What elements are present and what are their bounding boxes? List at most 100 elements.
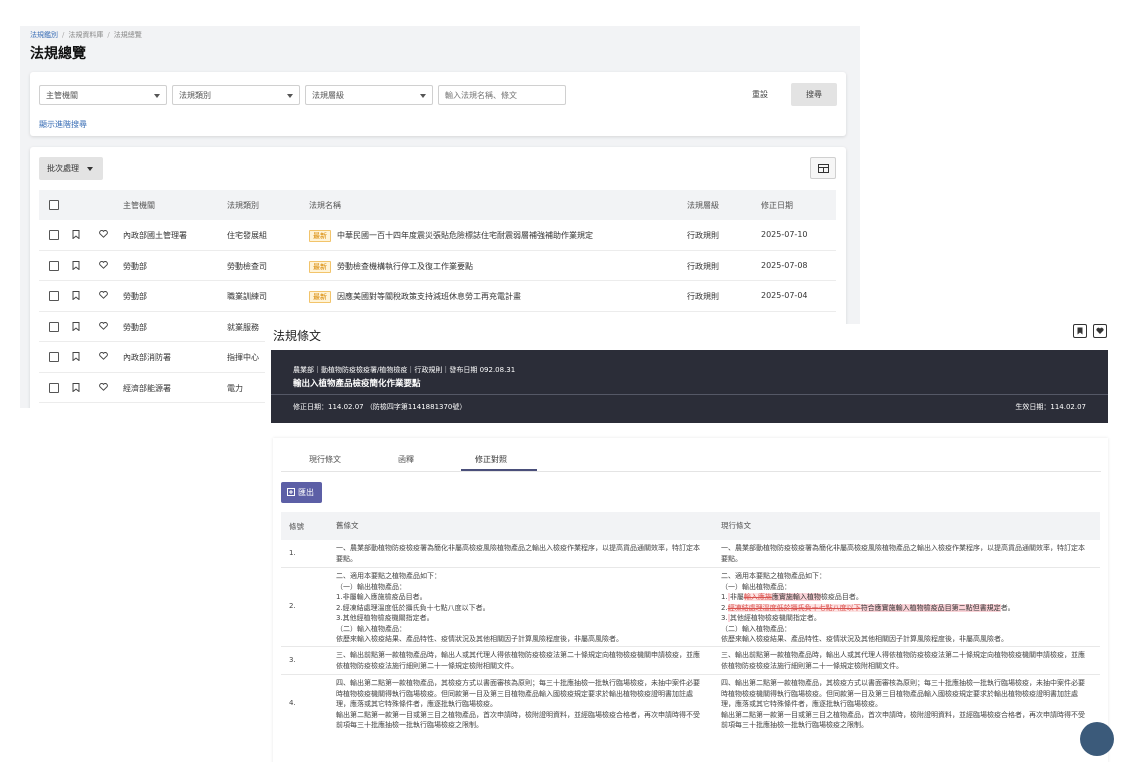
bookmark-icon[interactable] [72,321,80,333]
select-all-checkbox[interactable] [49,200,59,210]
column-header: 現行條文 [721,521,751,530]
level-cell: 行政規則 [687,292,719,301]
heart-icon[interactable] [99,229,108,240]
law-detail-window: 法規條文 農業部｜動植物防疫檢疫署/植物檢疫｜行政規則｜發布日期 092.08.… [265,324,1124,762]
row-checkbox[interactable] [49,260,59,271]
new-article-text: 三、輸出前點第一款植物產品時，輸出人或其代理人得依植物防疫檢疫法第二十條規定向植… [721,651,1085,670]
heart-icon [1096,327,1104,334]
column-header: 條號 [289,522,304,531]
category-cell: 住宅發展組 [227,231,267,240]
agency-cell: 經濟部能源署 [123,383,171,393]
favorite-button[interactable] [1093,324,1107,338]
agency-cell: 內政部消防署 [123,353,171,362]
comparison-header: 條號 舊條文 現行條文 [281,512,1100,540]
tab-current-articles[interactable]: 現行條文 [309,454,341,465]
heart-icon[interactable] [99,351,108,362]
agency-select[interactable]: 主管機關 [39,85,167,105]
column-toggle-button[interactable] [810,157,836,179]
old-article-text: 一、農業部動植物防疫檢疫署為簡化非屬高檢疫風險植物產品之輸出入檢疫作業程序，以提… [336,544,700,563]
category-cell: 職業訓練司 [227,292,267,301]
bookmark-icon[interactable] [72,260,80,272]
new-article-text: 一、農業部動植物防疫檢疫署為簡化非屬高檢疫風險植物產品之輸出入檢疫作業程序，以提… [721,544,1085,563]
filter-card: 主管機關 法規類別 法規層級 重設 搜尋 顯示進階搜尋 [30,72,846,136]
row-checkbox[interactable] [49,230,59,240]
agency-cell: 勞動部 [123,261,147,271]
tab-interpretations[interactable]: 函釋 [398,454,414,465]
category-select[interactable]: 法規類別 [172,85,300,105]
breadcrumb-item[interactable]: 法規鑑別 [30,31,58,39]
export-button[interactable]: 匯出 [281,482,322,503]
tab-bar: 現行條文 函釋 修正對照 [281,438,1101,472]
name-cell: 最新 勞動檢查機構執行停工及復工作業要點 [309,260,473,273]
law-name-link[interactable]: 勞動檢查機構執行停工及復工作業要點 [337,262,473,271]
comparison-row: 2. 二、適用本要點之植物產品如下： （一）輸出植物產品： 1.非屬輸入應施檢疫… [281,568,1100,647]
chevron-down-icon [87,167,93,171]
advanced-search-link[interactable]: 顯示進階搜尋 [39,119,87,130]
search-input[interactable] [438,85,566,105]
agency-cell: 內政部國土管理署 [123,231,187,240]
batch-action-button[interactable]: 批次處理 [39,157,103,180]
article-number: 1. [289,549,296,557]
comparison-row: 1. 一、農業部動植物防疫檢疫署為簡化非屬高檢疫風險植物產品之輸出入檢疫作業程序… [281,540,1100,568]
heart-icon[interactable] [99,321,108,332]
divider [271,394,1108,395]
bookmark-icon [1077,327,1083,335]
active-tab-indicator [461,469,537,471]
category-cell: 就業服務 [227,322,259,332]
bookmark-icon[interactable] [72,352,80,363]
search-button[interactable]: 搜尋 [791,83,837,106]
row-checkbox[interactable] [49,291,59,301]
page-title: 法規總覽 [30,46,86,62]
column-header[interactable]: 法規類別 [227,200,259,211]
level-cell: 行政規則 [687,261,719,271]
law-name-link[interactable]: 因應美國對等關稅政策支持減班休息勞工再充電計畫 [337,292,521,301]
bookmark-icon[interactable] [72,291,80,302]
column-header[interactable]: 法規名稱 [309,200,341,211]
name-cell: 最新 中華民國一百十四年度震災張貼危險標誌住宅耐震弱層補強補助作業規定 [309,230,593,242]
breadcrumb-item: 法規總覽 [113,31,142,39]
table-row[interactable]: 勞動部 勞動檢查司 最新 勞動檢查機構執行停工及復工作業要點 行政規則 2025-07-0… [39,251,836,281]
law-name-link[interactable]: 中華民國一百十四年度震災張貼危險標誌住宅耐震弱層補強補助作業規定 [337,231,593,240]
column-header[interactable]: 主管機關 [123,200,155,211]
new-badge: 最新 [309,260,331,273]
reset-button[interactable]: 重設 [746,85,774,104]
bookmark-icon[interactable] [72,382,80,394]
bookmark-icon[interactable] [72,230,80,241]
comparison-row: 4. 四、輸出第二點第一款植物產品，其檢疫方式以書面審核為原則；每三十批應抽檢一… [281,675,1100,735]
bookmark-button[interactable] [1073,324,1087,338]
level-select[interactable]: 法規層級 [305,85,433,105]
chevron-down-icon [287,94,293,98]
old-article-text: 四、輸出第二點第一款植物產品，其檢疫方式以書面審核為原則；每三十批應抽檢一批執行… [336,679,700,729]
law-info-banner: 農業部｜動植物防疫檢疫署/植物檢疫｜行政規則｜發布日期 092.08.31 輸出… [271,350,1108,423]
row-checkbox[interactable] [49,321,59,332]
article-number: 3. [289,656,296,664]
column-header[interactable]: 修正日期 [761,200,793,211]
agency-cell: 勞動部 [123,322,147,332]
effective-date: 生效日期：114.02.07 [1015,403,1086,411]
inserted-text: 應實施輸入植物 [771,593,821,601]
column-header: 舊條文 [336,521,359,530]
breadcrumb-item[interactable]: 法規資料庫 [68,31,103,39]
law-name: 輸出入植物產品檢疫簡化作業要點 [293,379,421,389]
detail-title: 法規條文 [273,329,322,343]
table-header: 主管機關 法規類別 法規名稱 法規層級 修正日期 [39,190,836,220]
new-article-text: 四、輸出第二點第一款植物產品，其檢疫方式以書面審核為原則；每三十批應抽檢一批執行… [721,679,1085,729]
new-badge: 最新 [309,230,331,242]
floating-action-button[interactable] [1080,722,1114,756]
old-article-text: 二、適用本要點之植物產品如下： （一）輸出植物產品： 1.非屬輸入應施檢疫品目者… [336,572,623,643]
heart-icon[interactable] [99,382,108,393]
new-article-text: 二、適用本要點之植物產品如下： （一）輸出植物產品： 1. 非屬輸入應施應實施輸… [721,572,1015,643]
tab-amendment-comparison[interactable]: 修正對照 [475,454,507,465]
heart-icon[interactable] [99,290,108,301]
row-checkbox[interactable] [49,352,59,362]
level-cell: 行政規則 [687,231,719,240]
table-row[interactable]: 內政部國土管理署 住宅發展組 最新 中華民國一百十四年度震災張貼危險標誌住宅耐震弱層補… [39,220,836,251]
comparison-table: 條號 舊條文 現行條文 1. 一、農業部動植物防疫檢疫署為簡化非屬高檢疫風險植物… [281,512,1100,735]
table-row[interactable]: 勞動部 職業訓練司 最新 因應美國對等關稅政策支持減班休息勞工再充電計畫 行政規則 202… [39,281,836,312]
heart-icon[interactable] [99,260,108,271]
chevron-down-icon [420,94,426,98]
row-checkbox[interactable] [49,382,59,393]
date-cell: 2025-07-04 [761,291,808,300]
column-header[interactable]: 法規層級 [687,200,719,211]
category-cell: 指揮中心 [227,353,259,362]
